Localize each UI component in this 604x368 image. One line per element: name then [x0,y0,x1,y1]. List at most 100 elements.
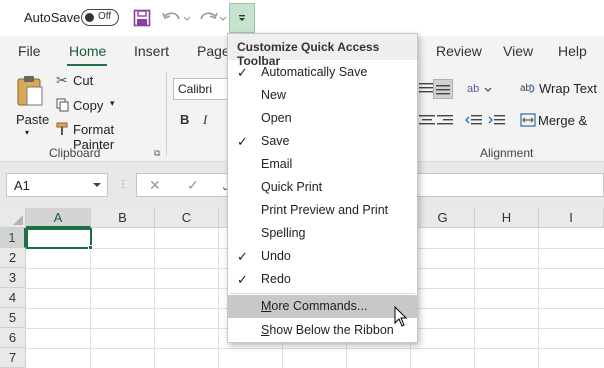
menu-item-label: Print Preview and Print [261,203,389,217]
resize-handle-icon[interactable]: ⋮ [118,179,129,190]
clipboard-group-label: Clipboard [49,146,101,160]
paste-dropdown-icon: ▾ [25,128,30,137]
merge-center-icon [520,113,536,127]
column-header[interactable]: H [475,208,539,228]
enter-icon[interactable]: ✓ [187,177,199,194]
copy-button[interactable]: Copy ▾ [56,96,146,114]
paintbrush-icon [56,122,68,135]
fill-handle[interactable] [88,245,93,250]
align-middle-icon [436,85,450,95]
alignment-group-label: Alignment [480,146,534,160]
save-icon[interactable] [132,8,152,28]
menu-item-spelling[interactable]: Spelling [228,222,417,245]
row-header[interactable]: 2 [0,248,26,268]
name-box[interactable]: A1 [6,173,108,197]
menu-item-automatically-save[interactable]: ✓ Automatically Save [228,61,417,84]
active-cell-a1[interactable] [26,228,92,249]
svg-text:ab: ab [520,83,532,94]
menu-item-label: More Commands... [261,299,368,313]
undo-icon[interactable] [160,8,192,28]
checkmark-icon: ✓ [237,272,248,287]
menu-item-label: Redo [261,272,291,286]
row-header[interactable]: 3 [0,268,26,288]
tab-help[interactable]: Help [558,43,587,59]
tab-file[interactable]: File [18,43,41,59]
group-separator [166,72,167,156]
wrap-text-button[interactable]: ab Wrap Text [520,80,604,98]
orientation-icon[interactable]: ab [466,80,492,96]
align-middle-button[interactable] [433,79,453,99]
title-bar: AutoSave Off [0,0,604,36]
bold-button[interactable]: B [180,112,189,127]
column-header[interactable]: A [26,208,91,228]
row-header[interactable]: 7 [0,348,26,368]
customize-qat-menu: Customize Quick Access Toolbar ✓ Automat… [227,33,418,343]
merge-center-label: Merge & Ce [538,113,588,130]
tab-view[interactable]: View [503,43,533,59]
row-header[interactable]: 5 [0,308,26,328]
menu-title: Customize Quick Access Toolbar [228,34,417,68]
gridline [538,228,539,368]
autosave-state: Off [98,11,112,22]
merge-center-button[interactable]: Merge & Ce [520,112,604,130]
autosave-label: AutoSave [24,10,81,25]
menu-separator [230,293,415,294]
column-header[interactable]: B [91,208,155,228]
wrap-text-icon: ab [520,83,535,94]
customize-qat-icon [239,15,245,21]
menu-item-new[interactable]: New [228,84,417,107]
menu-item-save[interactable]: ✓ Save [228,130,417,153]
checkmark-icon: ✓ [237,134,248,149]
menu-item-label: Open [261,111,292,125]
checkmark-icon: ✓ [237,65,248,80]
menu-item-label: Show Below the Ribbon [261,323,394,337]
cancel-icon[interactable]: ✕ [149,177,161,194]
menu-item-show-below-ribbon[interactable]: Show Below the Ribbon [228,319,417,342]
row-header[interactable]: 6 [0,328,26,348]
format-painter-button[interactable]: Format Painter [56,120,156,152]
decrease-indent-icon[interactable] [465,112,483,128]
scissors-icon: ✂ [56,72,68,88]
dialog-launcher-icon[interactable]: ⧉ [154,148,160,159]
menu-item-undo[interactable]: ✓ Undo [228,245,417,268]
menu-item-quick-print[interactable]: Quick Print [228,176,417,199]
menu-item-more-commands[interactable]: More Commands... [228,295,417,318]
align-center-icon[interactable] [418,112,436,128]
gridline [218,228,219,368]
paste-button[interactable]: Paste ▾ [12,72,50,138]
menu-item-email[interactable]: Email [228,153,417,176]
redo-icon[interactable] [196,8,228,28]
increase-indent-icon[interactable] [488,112,506,128]
copy-label: Copy [73,98,104,113]
tab-page-layout[interactable]: Page [197,43,230,59]
column-header[interactable]: I [539,208,604,228]
cut-label: Cut [73,73,94,88]
paste-icon [17,76,43,106]
menu-item-open[interactable]: Open [228,107,417,130]
column-header[interactable]: G [411,208,475,228]
menu-item-label: Save [261,134,290,148]
autosave-toggle[interactable]: Off [81,9,119,26]
copy-icon [56,98,69,112]
tab-insert[interactable]: Insert [134,43,169,59]
menu-item-label: Spelling [261,226,306,240]
menu-item-label: Quick Print [261,180,323,194]
paste-label: Paste [16,112,50,127]
wrap-text-label: Wrap Text [539,81,598,96]
cut-button[interactable]: ✂ Cut [56,72,146,90]
menu-item-redo[interactable]: ✓ Redo [228,268,417,291]
tab-review[interactable]: Review [436,43,482,59]
customize-qat-button[interactable] [229,3,255,33]
italic-button[interactable]: I [203,112,207,128]
name-box-value: A1 [14,178,30,193]
row-header[interactable]: 4 [0,288,26,308]
copy-dropdown-icon: ▾ [110,98,115,108]
column-header[interactable]: C [155,208,219,228]
row-header[interactable]: 1 [0,228,26,248]
select-all-button[interactable] [0,208,26,228]
gridline [26,348,604,349]
svg-text:ab: ab [467,83,479,95]
menu-item-print-preview[interactable]: Print Preview and Print [228,199,417,222]
align-right-icon[interactable] [436,112,454,128]
tab-home[interactable]: Home [69,43,106,59]
